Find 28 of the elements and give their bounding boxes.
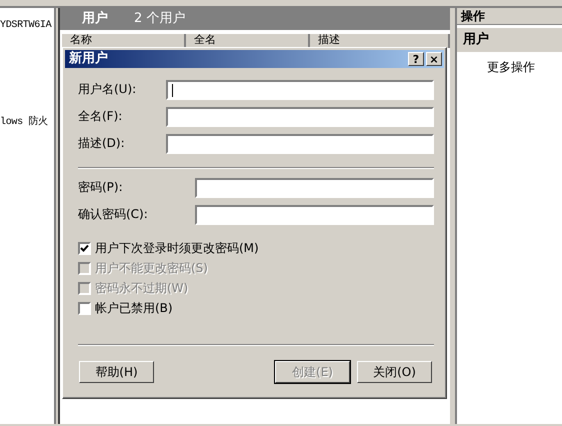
field-label: 全名(F):: [77, 108, 124, 125]
field-label: 描述(D):: [77, 135, 126, 152]
checkbox-label: 密码永不过期(W): [95, 280, 188, 297]
input-field[interactable]: [166, 80, 434, 100]
close-button[interactable]: 关闭(O): [357, 361, 432, 383]
tree-item[interactable]: lows 防火: [0, 113, 54, 133]
checkbox-label: 帐户已禁用(B): [95, 300, 173, 317]
header-title: 用户: [82, 10, 108, 28]
user-count: 2 个用户: [134, 10, 186, 28]
help-button[interactable]: 帮助(H): [79, 361, 154, 383]
help-button[interactable]: ?: [408, 52, 424, 66]
checkbox[interactable]: [78, 302, 91, 314]
field-label: 确认密码(C):: [77, 206, 149, 223]
close-button[interactable]: ×: [426, 52, 442, 66]
action-link[interactable]: 更多操作: [457, 52, 562, 76]
field-label: 密码(P):: [77, 179, 124, 196]
input-field[interactable]: [195, 178, 434, 198]
checkbox-label: 用户下次登录时须更改密码(M): [95, 240, 259, 257]
field-label: 用户名(U):: [77, 81, 138, 98]
checkbox-label: 用户不能更改密码(S): [95, 260, 208, 277]
tree-item[interactable]: YDSRTW6IA: [0, 16, 54, 36]
input-field[interactable]: [166, 134, 434, 154]
input-field[interactable]: [195, 205, 434, 225]
actions-title: 操作: [457, 8, 562, 25]
dialog-title: 新用户: [69, 50, 109, 68]
checkbox[interactable]: [78, 242, 91, 254]
input-field[interactable]: [166, 107, 434, 127]
section-header: 用户: [457, 28, 562, 52]
